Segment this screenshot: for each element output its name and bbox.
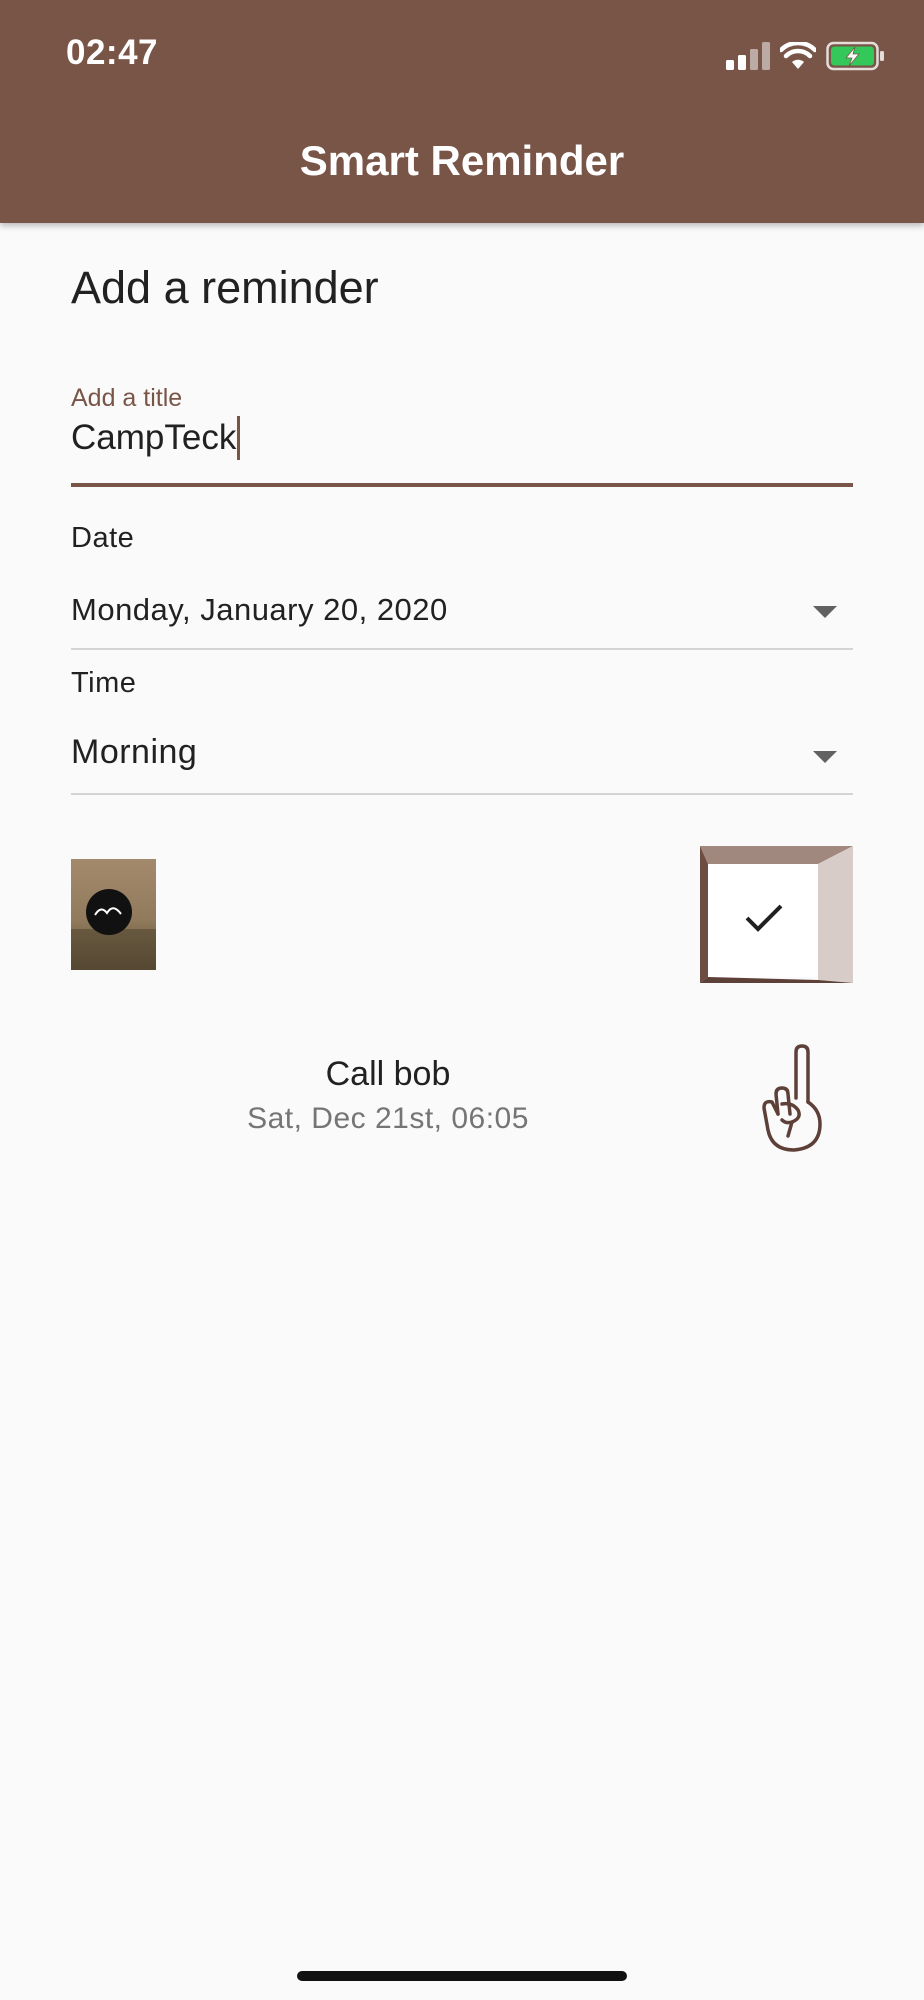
thumbnail-image (71, 859, 156, 970)
reminder-title: Call bob (325, 1055, 451, 1093)
chevron-down-icon (813, 751, 837, 763)
status-icons (726, 38, 886, 74)
time-value: Morning (71, 733, 198, 771)
date-label: Date (71, 522, 135, 554)
signal-icon (726, 42, 770, 70)
time-dropdown[interactable]: Morning (71, 719, 853, 795)
battery-charging-icon (826, 41, 884, 71)
reminder-hand-icon[interactable] (758, 1044, 834, 1154)
title-input-label: Add a title (71, 384, 183, 412)
app-bar: 02:47 Smart Reminder (0, 0, 924, 223)
status-time: 02:47 (66, 33, 159, 72)
title-input-text: CampTeck (71, 418, 237, 457)
title-input-underline (71, 483, 853, 487)
app-title: Smart Reminder (299, 137, 625, 184)
reminder-datetime: Sat, Dec 21st, 06:05 (247, 1102, 529, 1135)
save-button[interactable] (700, 846, 853, 983)
wifi-icon (780, 42, 816, 69)
time-label: Time (71, 667, 137, 699)
list-item[interactable]: Call bob Sat, Dec 21st, 06:05 (0, 1055, 776, 1136)
date-dropdown[interactable]: Monday, January 20, 2020 (71, 574, 853, 650)
image-thumbnail[interactable] (71, 859, 156, 970)
text-cursor (237, 416, 241, 460)
check-icon (745, 904, 783, 932)
chevron-down-icon (813, 606, 837, 618)
title-input-value[interactable]: CampTeck (71, 416, 241, 460)
page-heading: Add a reminder (71, 262, 379, 313)
title-input[interactable]: Add a title CampTeck (71, 380, 853, 487)
date-value: Monday, January 20, 2020 (71, 592, 448, 627)
home-indicator[interactable] (297, 1971, 627, 1981)
